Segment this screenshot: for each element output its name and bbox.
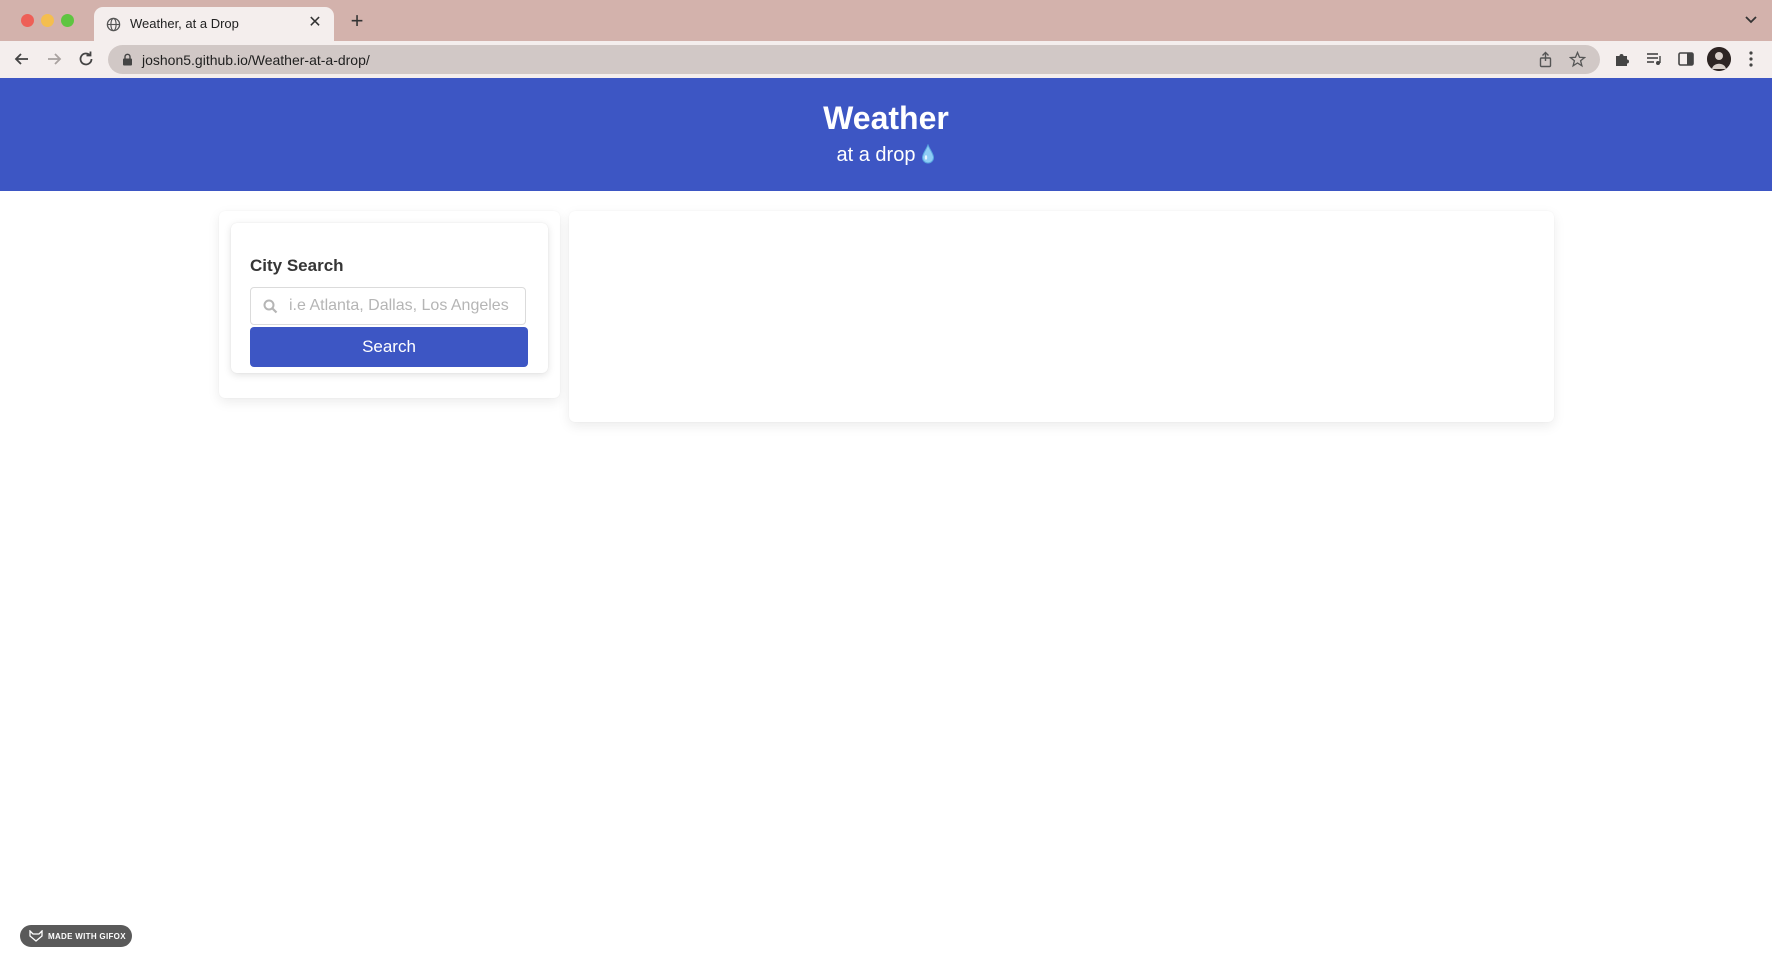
forward-arrow-icon[interactable]	[44, 49, 64, 69]
browser-tab[interactable]: Weather, at a Drop ✕	[94, 7, 334, 41]
window-minimize-button[interactable]	[41, 14, 54, 27]
gifox-label: MADE WITH GIFOX	[48, 932, 126, 941]
lock-icon[interactable]	[122, 53, 133, 66]
search-icon	[263, 299, 278, 314]
chevron-down-icon[interactable]	[1744, 12, 1758, 26]
back-arrow-icon[interactable]	[12, 49, 32, 69]
sidebar-icon[interactable]	[1677, 50, 1695, 68]
tab-title: Weather, at a Drop	[130, 16, 239, 31]
avatar[interactable]	[1707, 47, 1731, 71]
search-button[interactable]: Search	[250, 327, 528, 367]
window-close-button[interactable]	[21, 14, 34, 27]
browser-toolbar: joshon5.github.io/Weather-at-a-drop/	[0, 41, 1772, 78]
plus-icon[interactable]: +	[346, 9, 368, 33]
puzzle-icon[interactable]	[1613, 50, 1631, 68]
card-title: City Search	[250, 256, 344, 275]
star-icon[interactable]	[1569, 51, 1586, 68]
page-subtitle: at a drop	[0, 144, 1772, 167]
fox-icon	[29, 930, 43, 942]
window-zoom-button[interactable]	[61, 14, 74, 27]
city-search-card: City Search Search	[231, 223, 548, 373]
water-drop-icon	[922, 144, 935, 164]
url-text[interactable]: joshon5.github.io/Weather-at-a-drop/	[142, 52, 370, 68]
globe-icon	[106, 17, 121, 32]
city-search-input[interactable]	[289, 289, 519, 323]
page-title: Weather	[823, 100, 949, 136]
share-icon[interactable]	[1537, 51, 1554, 68]
close-icon[interactable]: ✕	[306, 14, 324, 32]
search-field[interactable]	[250, 287, 526, 325]
gifox-badge: MADE WITH GIFOX	[20, 925, 132, 947]
browser-tab-bar: Weather, at a Drop ✕ +	[0, 0, 1772, 41]
address-bar[interactable]: joshon5.github.io/Weather-at-a-drop/	[108, 45, 1600, 74]
page-header: Weather at a drop	[0, 78, 1772, 191]
subtitle-text: at a drop	[836, 144, 916, 166]
search-panel: City Search Search	[219, 211, 560, 398]
media-icon[interactable]	[1645, 50, 1663, 68]
reload-icon[interactable]	[76, 49, 96, 69]
avatar-image	[1707, 47, 1731, 71]
weather-results-panel	[569, 211, 1554, 422]
kebab-menu-icon[interactable]	[1744, 50, 1758, 68]
